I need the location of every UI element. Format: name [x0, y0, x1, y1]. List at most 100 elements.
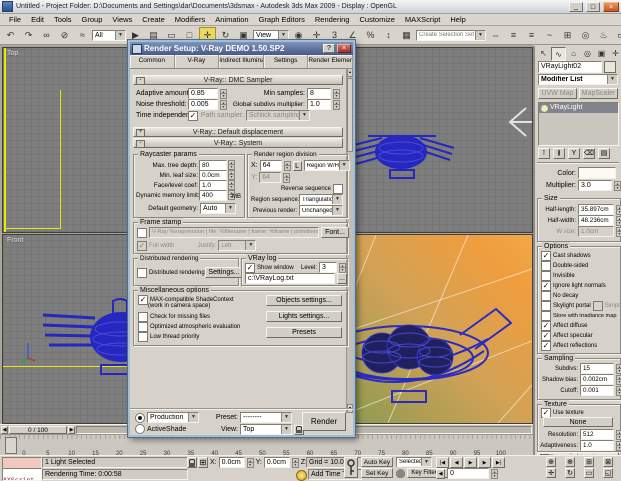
- frame-stamp-field[interactable]: V-Ray %vrayversion | file: %filename | f…: [149, 227, 319, 238]
- rollout-default-displacement[interactable]: +V-Ray:: Default displacement: [133, 127, 343, 137]
- viewport-label[interactable]: Top: [7, 50, 18, 57]
- set-key-button[interactable]: Set Key: [361, 468, 393, 478]
- paw-icon[interactable]: [396, 469, 405, 478]
- selection-lock-icon[interactable]: [187, 457, 197, 468]
- dialog-tab[interactable]: Common: [130, 55, 175, 68]
- cutoff-field[interactable]: 0.001: [580, 385, 614, 396]
- viewport-perspective[interactable]: [347, 234, 533, 424]
- tab-motion-icon[interactable]: ◎: [581, 47, 594, 59]
- adaptiveness-field[interactable]: 1.0: [580, 440, 614, 451]
- default-geometry-dropdown[interactable]: Auto▼: [200, 203, 236, 214]
- viewport-left[interactable]: [347, 47, 533, 233]
- frame-stamp-checkbox[interactable]: [137, 228, 147, 238]
- zoom-extents-all-icon[interactable]: ⊠: [603, 457, 613, 467]
- spinner[interactable]: ▴▾: [228, 180, 235, 190]
- spinner[interactable]: ▴▾: [616, 441, 621, 451]
- region-y-field[interactable]: 64: [259, 172, 281, 183]
- spinner[interactable]: ▴▾: [616, 386, 621, 396]
- bind-spacewarp-icon[interactable]: ≈: [74, 27, 91, 44]
- vraylight-shape[interactable]: [4, 48, 6, 232]
- objects-settings-button[interactable]: Objects settings...: [266, 295, 342, 306]
- light-color-swatch[interactable]: [578, 167, 616, 179]
- spinner[interactable]: ▴▾: [283, 173, 290, 183]
- close-button[interactable]: ×: [603, 2, 619, 12]
- edit-selsets-icon[interactable]: ▦: [398, 27, 415, 44]
- skylight-portal-checkbox[interactable]: [541, 301, 551, 311]
- region-sequence-dropdown[interactable]: Triangulation▼: [299, 194, 343, 205]
- set-key-toggle-icon[interactable]: [344, 457, 358, 478]
- tab-hierarchy-icon[interactable]: ⌂: [567, 47, 580, 59]
- next-frame-icon[interactable]: ▶: [478, 457, 491, 468]
- time-slider-handle[interactable]: 0 / 100: [9, 426, 67, 434]
- dialog-tab[interactable]: Settings: [264, 55, 309, 68]
- invisible-checkbox[interactable]: [541, 271, 551, 281]
- named-selection-set-dropdown[interactable]: Create Selection Set▼: [416, 30, 486, 41]
- subdivs-field[interactable]: 15: [580, 363, 614, 374]
- cast-shadows-checkbox[interactable]: ✓: [541, 251, 551, 261]
- percent-snap-icon[interactable]: %: [362, 27, 379, 44]
- shadow-bias-field[interactable]: 0.002cm: [580, 374, 614, 385]
- zoom-region-icon[interactable]: ▭: [584, 468, 594, 478]
- menu-item[interactable]: Edit: [26, 15, 49, 24]
- modifier-list-dropdown[interactable]: Modifier List▼: [538, 74, 618, 85]
- optimized-atmospherics-checkbox[interactable]: [138, 322, 148, 332]
- spinner[interactable]: ▴▾: [284, 161, 291, 171]
- low-thread-priority-checkbox[interactable]: [138, 332, 148, 342]
- reverse-sequence-checkbox[interactable]: [333, 184, 343, 194]
- spinner[interactable]: ▴▾: [228, 160, 235, 170]
- zoom-icon[interactable]: ⊕: [546, 457, 556, 467]
- time-independent-checkbox[interactable]: ✓: [188, 111, 198, 121]
- reference-coordinate-dropdown[interactable]: View▼: [253, 30, 289, 41]
- y-coordinate-field[interactable]: 0.0cm: [264, 457, 290, 468]
- spinner[interactable]: ▴▾: [220, 100, 227, 110]
- spinner-snap-icon[interactable]: ↕: [380, 27, 397, 44]
- spinner[interactable]: ▴▾: [339, 263, 346, 273]
- spinner[interactable]: ▴▾: [333, 89, 340, 99]
- adaptive-amount-field[interactable]: 0.85: [188, 88, 218, 99]
- tab-display-icon[interactable]: ▣: [595, 47, 608, 59]
- uvw-map-button[interactable]: UVW Map: [538, 88, 577, 99]
- spinner[interactable]: ▴▾: [616, 227, 621, 237]
- simple-checkbox[interactable]: [593, 301, 603, 311]
- spinner[interactable]: ▴▾: [247, 458, 254, 468]
- absolute-mode-icon[interactable]: ⊞: [198, 457, 208, 468]
- path-sampler-dropdown[interactable]: Schlick sampling▼: [246, 110, 310, 121]
- pan-icon[interactable]: ✛: [546, 468, 556, 478]
- track-bar[interactable]: 0510152025303540455055606570758085909510…: [0, 434, 533, 456]
- font-button[interactable]: Font...: [321, 227, 349, 238]
- object-color-swatch[interactable]: [604, 61, 616, 73]
- half-length-field[interactable]: 35.897cm: [578, 204, 614, 215]
- dialog-help-button[interactable]: ?: [323, 44, 335, 53]
- shadecontext-checkbox[interactable]: ✓: [138, 295, 148, 305]
- dialog-close-button[interactable]: ×: [337, 44, 351, 53]
- configure-modifier-icon[interactable]: ▤: [598, 148, 610, 159]
- store-irradiance-checkbox[interactable]: [541, 311, 551, 321]
- maximize-viewport-icon[interactable]: ◱: [603, 468, 613, 478]
- tab-utilities-icon[interactable]: ✛: [609, 47, 621, 59]
- texture-none-button[interactable]: None: [543, 417, 613, 427]
- dialog-title-bar[interactable]: Render Setup: V-Ray DEMO 1.50.SP2 ? ×: [130, 42, 353, 55]
- scrollbar-thumb[interactable]: [347, 78, 353, 152]
- view-dropdown[interactable]: Top▼: [240, 424, 292, 435]
- production-radio[interactable]: [135, 413, 145, 423]
- menu-item[interactable]: Create: [137, 15, 170, 24]
- maximize-button[interactable]: □: [586, 2, 600, 12]
- vraylight-shape[interactable]: [4, 228, 61, 229]
- region-mode-dropdown[interactable]: Region W/H▼: [304, 160, 350, 171]
- full-width-checkbox[interactable]: ✓: [137, 241, 147, 251]
- tab-modify-icon[interactable]: ∿: [551, 47, 566, 61]
- affect-reflections-checkbox[interactable]: ✓: [541, 341, 551, 351]
- noise-threshold-field[interactable]: 0.005: [188, 99, 218, 110]
- lights-settings-button[interactable]: Lights settings...: [266, 311, 342, 322]
- selection-filter-dropdown[interactable]: All▼: [92, 30, 126, 41]
- curve-editor-icon[interactable]: ~: [541, 27, 558, 44]
- align-icon[interactable]: ≡: [505, 27, 522, 44]
- viewport-label[interactable]: Front: [7, 237, 23, 244]
- rollout-system[interactable]: -V-Ray:: System: [133, 138, 343, 148]
- preset-dropdown[interactable]: --------▼: [240, 412, 292, 423]
- time-slider-right-arrow[interactable]: ▶: [68, 426, 75, 434]
- spinner[interactable]: ▴▾: [614, 181, 621, 191]
- dialog-tab[interactable]: V-Ray: [175, 55, 220, 68]
- show-window-checkbox[interactable]: ✓: [245, 263, 255, 273]
- key-filter-dropdown[interactable]: Selected▼: [396, 457, 432, 467]
